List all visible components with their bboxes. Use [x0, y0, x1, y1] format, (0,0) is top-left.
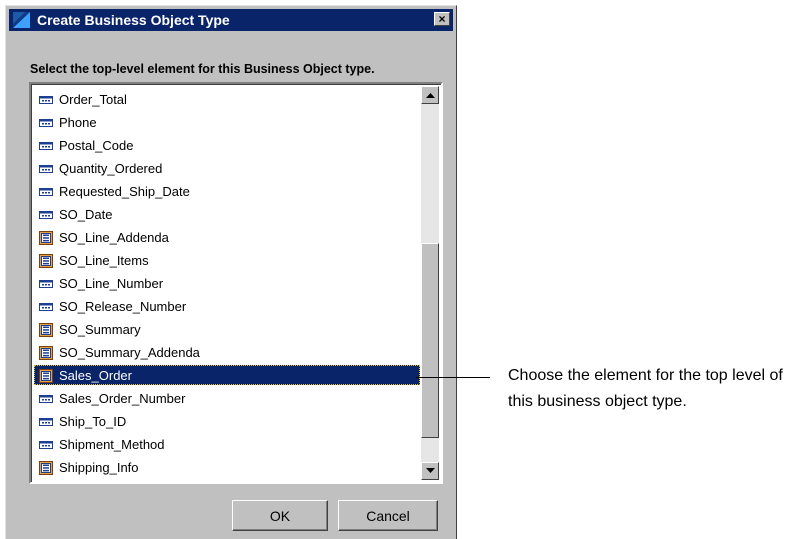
callout-annotation: Choose the element for the top level of …: [508, 367, 783, 410]
instruction-text: Select the top-level element for this Bu…: [30, 62, 375, 76]
list-item-label: Shipping_Info: [59, 460, 139, 475]
vertical-scrollbar[interactable]: [421, 86, 439, 480]
element-icon: [39, 322, 53, 337]
list-item-label: Sales_Order: [59, 368, 132, 383]
list-item[interactable]: SO_Summary: [33, 318, 421, 341]
list-item-label: Shipment_Method: [59, 437, 165, 452]
list-item-label: Phone: [59, 115, 97, 130]
list-item-label: SO_Date: [59, 207, 113, 222]
attribute-icon: [39, 95, 53, 104]
list-item-label: Ship_To_ID: [59, 414, 127, 429]
scroll-thumb[interactable]: [421, 243, 439, 438]
list-item[interactable]: Quantity_Ordered: [33, 157, 421, 180]
element-icon: [39, 253, 53, 268]
list-item[interactable]: Postal_Code: [33, 134, 421, 157]
list-item-label: SO_Summary: [59, 322, 141, 337]
list-item-label: Quantity_Ordered: [59, 161, 163, 176]
scroll-up-button[interactable]: [421, 86, 439, 104]
attribute-icon: [39, 417, 53, 426]
list-item[interactable]: SO_Line_Addenda: [33, 226, 421, 249]
list-item[interactable]: SO_Release_Number: [33, 295, 421, 318]
list-item[interactable]: Shipment_Method: [33, 433, 421, 456]
attribute-icon: [39, 187, 53, 196]
attribute-icon: [39, 210, 53, 219]
list-item[interactable]: Sales_Order_Number: [33, 387, 421, 410]
attribute-icon: [39, 118, 53, 127]
arrow-down-icon: [426, 468, 435, 473]
attribute-icon: [39, 302, 53, 311]
list-item[interactable]: SO_Summary_Addenda: [33, 341, 421, 364]
element-list: Order_Total Phone Postal_Code Quantity_Orde…: [33, 88, 421, 479]
attribute-icon: [39, 164, 53, 173]
element-listbox[interactable]: Order_Total Phone Postal_Code Quantity_Orde…: [29, 82, 443, 484]
list-item[interactable]: Ship_To_ID: [33, 410, 421, 433]
element-icon: [39, 345, 53, 360]
element-icon: [39, 230, 53, 245]
list-item[interactable]: SO_Line_Items: [33, 249, 421, 272]
close-button[interactable]: ×: [434, 12, 450, 26]
list-item-label: SO_Line_Number: [59, 276, 164, 291]
list-item[interactable]: Phone: [33, 111, 421, 134]
list-item[interactable]: Shipping_Info: [33, 456, 421, 479]
list-item[interactable]: SO_Date: [33, 203, 421, 226]
arrow-up-icon: [426, 93, 435, 98]
list-item-label: Postal_Code: [59, 138, 134, 153]
cancel-button[interactable]: Cancel: [338, 500, 438, 531]
list-item-label: SO_Line_Items: [59, 253, 149, 268]
element-icon: [39, 460, 53, 475]
list-item-label: Sales_Order_Number: [59, 391, 186, 406]
list-item-label: Requested_Ship_Date: [59, 184, 190, 199]
app-icon: [13, 12, 30, 28]
list-item[interactable]: Order_Total: [33, 88, 421, 111]
list-item-label: SO_Line_Addenda: [59, 230, 169, 245]
callout-leader-line: [416, 377, 490, 378]
title-bar[interactable]: Create Business Object Type ×: [9, 9, 453, 31]
list-item[interactable]: Sales_Order: [33, 364, 421, 387]
ok-button[interactable]: OK: [232, 500, 328, 531]
scroll-down-button[interactable]: [421, 462, 439, 480]
dialog-title: Create Business Object Type: [37, 12, 230, 28]
list-item-label: SO_Summary_Addenda: [59, 345, 200, 360]
close-icon: ×: [438, 12, 446, 26]
attribute-icon: [39, 279, 53, 288]
list-item[interactable]: Requested_Ship_Date: [33, 180, 421, 203]
list-item-label: SO_Release_Number: [59, 299, 187, 314]
list-item[interactable]: SO_Line_Number: [33, 272, 421, 295]
element-icon: [39, 368, 53, 383]
attribute-icon: [39, 440, 53, 449]
list-item-label: Order_Total: [59, 92, 127, 107]
attribute-icon: [39, 141, 53, 150]
attribute-icon: [39, 394, 53, 403]
